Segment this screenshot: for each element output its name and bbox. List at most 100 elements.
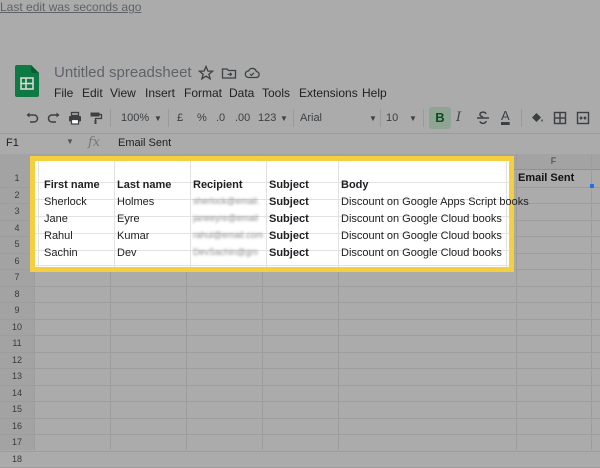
cell-first-name[interactable]: Rahul: [44, 230, 73, 242]
zoom-dropdown-caret-icon[interactable]: ▼: [154, 114, 162, 123]
paint-format-icon[interactable]: [89, 111, 103, 125]
formula-bar: F1 ▼ fx Email Sent: [0, 133, 600, 155]
header-last-name: Last name: [117, 179, 172, 191]
cell-subject[interactable]: Subject: [269, 247, 309, 259]
row-header[interactable]: 5: [0, 239, 34, 249]
fill-handle[interactable]: [590, 184, 594, 188]
row-gridline: [0, 368, 600, 369]
menu-view[interactable]: View: [110, 86, 136, 100]
cell-f1[interactable]: Email Sent: [516, 170, 591, 186]
row-header[interactable]: 11: [0, 338, 34, 348]
undo-icon[interactable]: [25, 111, 39, 125]
last-edit-link[interactable]: Last edit was seconds ago: [0, 0, 600, 14]
header-subject: Subject: [269, 179, 309, 191]
merge-cells-icon[interactable]: [576, 111, 590, 125]
row-header[interactable]: 10: [0, 322, 34, 332]
row-gridline: [0, 335, 600, 336]
row-header[interactable]: 16: [0, 421, 34, 431]
name-box[interactable]: F1: [6, 137, 19, 149]
borders-icon[interactable]: [553, 111, 567, 125]
cell-first-name[interactable]: Jane: [44, 213, 68, 225]
cell-last-name[interactable]: Holmes: [117, 196, 154, 208]
row-header[interactable]: 4: [0, 223, 34, 233]
menu-insert[interactable]: Insert: [145, 86, 175, 100]
row-gridline: [0, 352, 600, 353]
more-formats-caret-icon[interactable]: ▼: [280, 114, 288, 123]
cell-body[interactable]: Discount on Google Cloud books: [341, 230, 502, 242]
cell-subject[interactable]: Subject: [269, 230, 309, 242]
row-header[interactable]: 12: [0, 355, 34, 365]
fx-icon: fx: [88, 135, 101, 150]
cell-subject[interactable]: Subject: [269, 213, 309, 225]
cloud-status-icon[interactable]: [244, 65, 260, 81]
font-dropdown-caret-icon[interactable]: ▼: [369, 114, 377, 123]
cell-recipient[interactable]: janeeyre@email: [193, 213, 265, 223]
row-gridline: [0, 286, 600, 287]
column-header-f[interactable]: F: [516, 156, 591, 166]
row-header[interactable]: 1: [0, 173, 34, 183]
row-gridline: [0, 418, 600, 419]
row-header[interactable]: 2: [0, 190, 34, 200]
strikethrough-icon[interactable]: [476, 111, 490, 125]
cell-first-name[interactable]: Sachin: [44, 247, 78, 259]
row-header[interactable]: 8: [0, 289, 34, 299]
header-body: Body: [341, 179, 369, 191]
row-header[interactable]: 17: [0, 437, 34, 447]
row-gridline: [0, 302, 600, 303]
formula-input[interactable]: Email Sent: [118, 137, 171, 149]
increase-decimal-button[interactable]: .00: [235, 112, 250, 124]
decrease-decimal-button[interactable]: .0: [216, 112, 225, 124]
more-formats-button[interactable]: 123: [258, 112, 276, 124]
highlighted-data-table: First name Last name Recipient Subject B…: [30, 156, 529, 272]
document-title[interactable]: Untitled spreadsheet: [54, 64, 192, 81]
menu-edit[interactable]: Edit: [82, 86, 103, 100]
row-header[interactable]: 15: [0, 404, 34, 414]
row-header[interactable]: 18: [0, 454, 34, 464]
font-size-select[interactable]: 10: [386, 112, 398, 124]
menu-extensions[interactable]: Extensions: [299, 86, 358, 100]
header-recipient: Recipient: [193, 179, 243, 191]
zoom-select[interactable]: 100%: [121, 112, 149, 124]
menu-format[interactable]: Format: [184, 86, 222, 100]
menu-help[interactable]: Help: [362, 86, 387, 100]
move-to-folder-icon[interactable]: [221, 65, 237, 81]
cell-last-name[interactable]: Eyre: [117, 213, 140, 225]
italic-button[interactable]: I: [456, 110, 461, 125]
cell-last-name[interactable]: Kumar: [117, 230, 149, 242]
row-header[interactable]: 9: [0, 305, 34, 315]
cell-body[interactable]: Discount on Google Cloud books: [341, 247, 502, 259]
cell-first-name[interactable]: Sherlock: [44, 196, 87, 208]
header-first-name: First name: [44, 179, 100, 191]
text-color-button[interactable]: A: [501, 108, 510, 123]
cell-body[interactable]: Discount on Google Cloud books: [341, 213, 502, 225]
percent-format-button[interactable]: %: [197, 112, 207, 124]
cell-body[interactable]: Discount on Google Apps Script books: [341, 196, 529, 208]
star-icon[interactable]: [198, 65, 214, 81]
menu-tools[interactable]: Tools: [262, 86, 290, 100]
row-gridline: [0, 385, 600, 386]
cell-subject[interactable]: Subject: [269, 196, 309, 208]
row-header[interactable]: 14: [0, 388, 34, 398]
cell-last-name[interactable]: Dev: [117, 247, 137, 259]
row-header[interactable]: 6: [0, 256, 34, 266]
cell-recipient[interactable]: rahul@email.com: [193, 230, 265, 240]
cell-recipient[interactable]: DevSachin@gm: [193, 247, 265, 257]
menu-file[interactable]: File: [54, 86, 73, 100]
row-header[interactable]: 3: [0, 206, 34, 216]
currency-format-button[interactable]: £: [177, 112, 183, 124]
menu-data[interactable]: Data: [229, 86, 254, 100]
redo-icon[interactable]: [47, 111, 61, 125]
name-box-caret-icon[interactable]: ▼: [66, 137, 74, 146]
fill-color-icon[interactable]: [530, 111, 544, 125]
row-gridline: [0, 401, 600, 402]
print-icon[interactable]: [68, 111, 82, 125]
row-header[interactable]: 13: [0, 371, 34, 381]
cell-recipient[interactable]: sherlock@email.: [193, 196, 265, 206]
row-header[interactable]: 7: [0, 272, 34, 282]
sheets-logo-icon[interactable]: [15, 65, 39, 97]
row-gridline: [0, 319, 600, 320]
row-gridline: [0, 434, 600, 435]
font-size-caret-icon[interactable]: ▼: [409, 114, 417, 123]
bold-button[interactable]: B: [429, 107, 451, 129]
font-select[interactable]: Arial: [300, 112, 322, 124]
